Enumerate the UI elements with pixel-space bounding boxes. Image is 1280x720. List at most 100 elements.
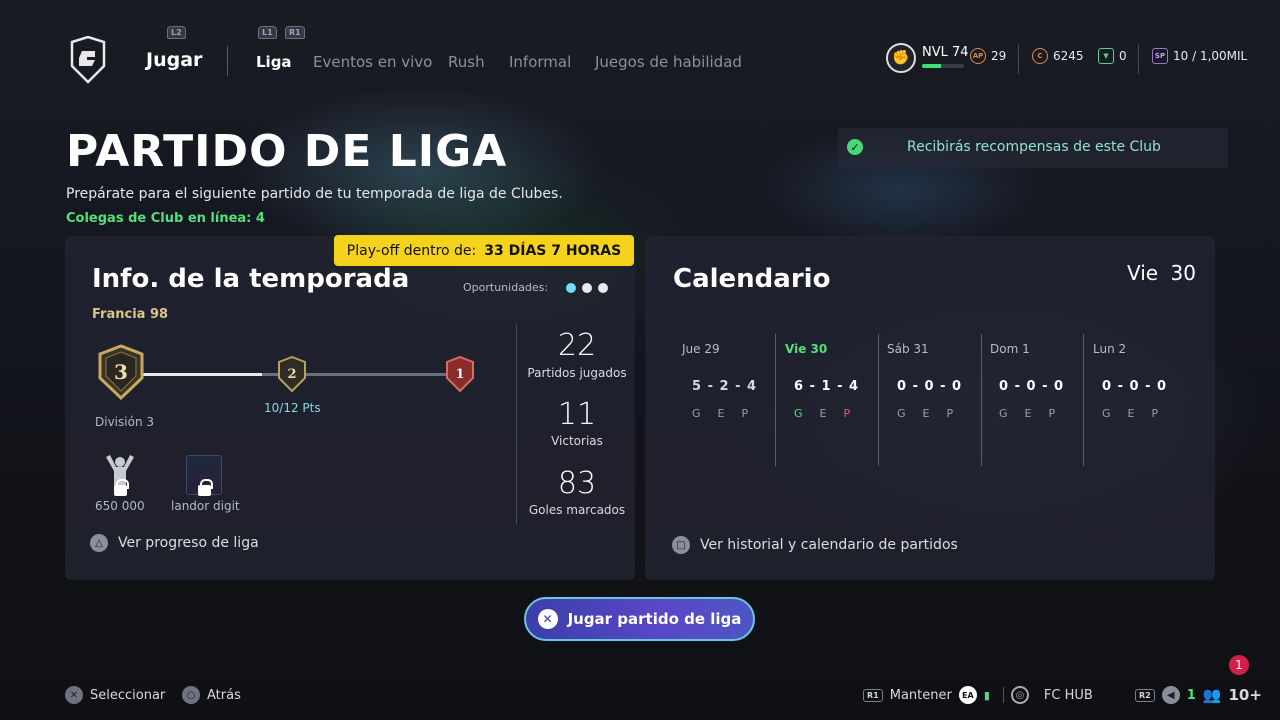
club-name: Francia 98 (92, 307, 169, 322)
ap-stat: AP 29 (970, 48, 1006, 64)
gep-labels: GEP (1102, 407, 1202, 420)
player-item-reward[interactable] (184, 453, 224, 497)
gep-e: E (717, 407, 725, 420)
calendar-day-score: 6 - 1 - 4 (794, 379, 860, 394)
today-number: 30 (1170, 261, 1196, 285)
l2-trigger-hint: L2 (167, 26, 186, 39)
calendar-day-score: 5 - 2 - 4 (692, 379, 758, 394)
cross-button-icon: ✕ (537, 609, 558, 629)
level-progress-bar (922, 64, 964, 68)
view-league-progress-label: Ver progreso de liga (118, 535, 259, 551)
gep-e: E (922, 407, 930, 420)
stats-divider (516, 324, 517, 524)
wins-label: Victorias (551, 434, 603, 448)
tokens-value: 0 (1119, 49, 1127, 63)
calendar-day-score: 0 - 0 - 0 (1102, 379, 1168, 394)
nav-jugar[interactable]: Jugar (146, 49, 202, 71)
gep-labels: GEP (692, 407, 792, 420)
calendar-day[interactable]: Jue 29 (682, 342, 782, 356)
calendar-day[interactable]: Sáb 31 (887, 342, 987, 356)
matches-played-label: Partidos jugados (527, 366, 627, 380)
wins-value: 11 (557, 397, 597, 432)
footer-hold-hub[interactable]: R1 Mantener EA ▮ ◎ FC HUB (863, 686, 1093, 704)
calendar-divider (1083, 334, 1084, 466)
gep-p: P (843, 407, 851, 420)
gep-g: G (692, 407, 701, 420)
fc-logo (68, 35, 108, 84)
coins-value: 6245 (1053, 49, 1084, 63)
status-divider (1138, 44, 1139, 74)
footer-select[interactable]: ✕ Seleccionar (65, 686, 165, 704)
l1-trigger-hint: L1 (258, 26, 277, 39)
gep-e: E (1024, 407, 1032, 420)
gep-p: P (1151, 407, 1159, 420)
today-day: Vie (1127, 261, 1159, 285)
status-divider (1018, 44, 1019, 74)
division-current-number: 3 (114, 360, 128, 384)
footer-back-label: Atrás (207, 687, 241, 703)
r1-button-icon: R1 (863, 688, 883, 702)
cross-button-icon: ✕ (65, 686, 83, 704)
gep-e: E (1127, 407, 1135, 420)
ap-icon: AP (970, 48, 986, 64)
calendar-today: Vie 30 (1127, 261, 1196, 285)
gep-labels: GEP (999, 407, 1099, 420)
calendar-day-active[interactable]: Vie 30 (785, 342, 885, 356)
tab-eventos-en-vivo[interactable]: Eventos en vivo (313, 53, 432, 71)
tab-liga[interactable]: Liga (256, 53, 292, 71)
notification-badge[interactable]: 1 (1229, 655, 1249, 675)
lock-icon (198, 479, 213, 496)
playoff-label: Play-off dentro de: (346, 242, 477, 259)
triangle-button-icon: △ (90, 534, 108, 552)
footer-back[interactable]: ○ Atrás (182, 686, 241, 704)
tab-juegos-de-habilidad[interactable]: Juegos de habilidad (595, 53, 742, 71)
play-league-match-button[interactable]: ✕ Jugar partido de liga (524, 597, 755, 641)
view-league-progress[interactable]: △ Ver progreso de liga (90, 534, 259, 552)
view-history-calendar[interactable]: □ Ver historial y calendario de partidos (672, 536, 958, 554)
coins-stat: C 6245 (1032, 48, 1084, 64)
nav-divider (227, 46, 228, 76)
opportunity-dot (566, 283, 576, 293)
level-label: NVL 74 (922, 45, 969, 60)
gep-p: P (1048, 407, 1056, 420)
fc-hub-icon: ◎ (1010, 686, 1029, 704)
r2-button-icon: R2 (1135, 688, 1155, 702)
lock-icon (114, 479, 129, 496)
reward-item-label: landor digit (171, 499, 240, 513)
matches-played-value: 22 (557, 328, 597, 363)
speaker-icon: ◀ (1161, 686, 1180, 704)
calendar-divider (981, 334, 982, 466)
club-mates-online: Colegas de Club en línea: 4 (66, 211, 265, 226)
calendar-divider (878, 334, 879, 466)
calendar-day[interactable]: Lun 2 (1093, 342, 1193, 356)
play-league-match-label: Jugar partido de liga (567, 610, 742, 628)
party-icon: 👥 (1202, 686, 1222, 704)
footer-voice[interactable]: R2 ◀ 1 👥 10+ (1135, 686, 1262, 704)
division-track-progress (140, 373, 262, 376)
gep-g: G (794, 407, 803, 420)
sp-stat: SP 10 / 1,00MIL (1152, 48, 1247, 64)
division-top-number: 1 (455, 366, 465, 382)
square-button-icon: □ (672, 536, 690, 554)
club-shield-icon (70, 35, 106, 84)
sp-value: 10 / 1,00MIL (1173, 49, 1248, 63)
goals-label: Goles marcados (528, 503, 626, 517)
ap-value: 29 (991, 49, 1007, 63)
check-icon: ✓ (847, 139, 863, 155)
gep-e: E (819, 407, 827, 420)
calendar-day[interactable]: Dom 1 (990, 342, 1090, 356)
gep-labels: GEP (897, 407, 997, 420)
tab-rush[interactable]: Rush (448, 53, 485, 71)
party-count: 10+ (1228, 686, 1262, 704)
level-fist-icon: ✊ (886, 43, 916, 73)
goals-value: 83 (557, 466, 597, 501)
tab-informal[interactable]: Informal (509, 53, 571, 71)
gep-g: G (897, 407, 906, 420)
trophy-reward[interactable] (100, 453, 140, 497)
r1-trigger-hint: R1 (285, 26, 305, 39)
division-next-number: 2 (287, 366, 297, 382)
ea-logo-icon: EA (958, 686, 977, 704)
footer-hub-label: FC HUB (1043, 687, 1093, 703)
coin-icon: C (1032, 48, 1048, 64)
gep-p: P (946, 407, 954, 420)
